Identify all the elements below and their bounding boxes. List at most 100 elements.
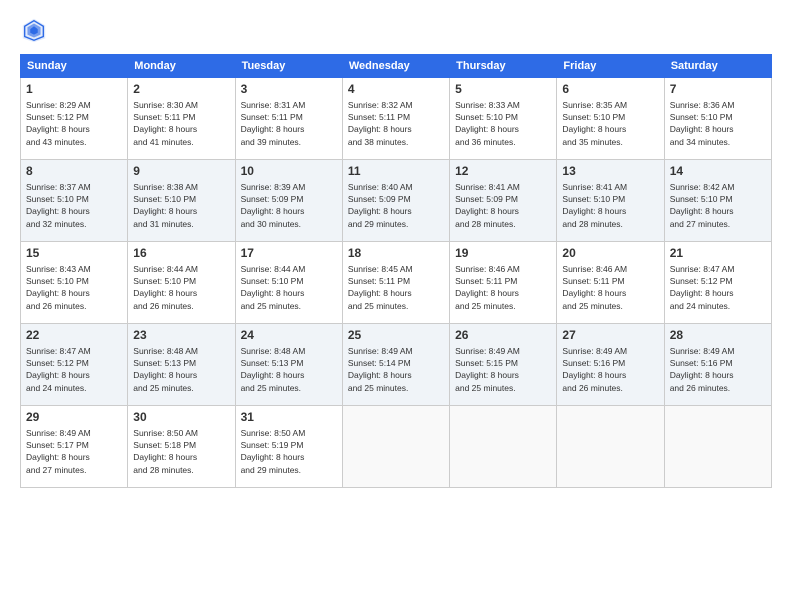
page: SundayMondayTuesdayWednesdayThursdayFrid… bbox=[0, 0, 792, 612]
calendar-cell: 26Sunrise: 8:49 AM Sunset: 5:15 PM Dayli… bbox=[450, 324, 557, 406]
day-number: 11 bbox=[348, 163, 444, 180]
day-number: 29 bbox=[26, 409, 122, 426]
weekday-header: Wednesday bbox=[342, 55, 449, 78]
day-info: Sunrise: 8:33 AM Sunset: 5:10 PM Dayligh… bbox=[455, 99, 551, 148]
day-info: Sunrise: 8:39 AM Sunset: 5:09 PM Dayligh… bbox=[241, 181, 337, 230]
calendar-cell: 18Sunrise: 8:45 AM Sunset: 5:11 PM Dayli… bbox=[342, 242, 449, 324]
calendar-cell: 8Sunrise: 8:37 AM Sunset: 5:10 PM Daylig… bbox=[21, 160, 128, 242]
day-number: 6 bbox=[562, 81, 658, 98]
weekday-header: Saturday bbox=[664, 55, 771, 78]
day-info: Sunrise: 8:41 AM Sunset: 5:09 PM Dayligh… bbox=[455, 181, 551, 230]
day-info: Sunrise: 8:46 AM Sunset: 5:11 PM Dayligh… bbox=[455, 263, 551, 312]
calendar-cell: 21Sunrise: 8:47 AM Sunset: 5:12 PM Dayli… bbox=[664, 242, 771, 324]
day-number: 2 bbox=[133, 81, 229, 98]
weekday-header: Monday bbox=[128, 55, 235, 78]
day-info: Sunrise: 8:30 AM Sunset: 5:11 PM Dayligh… bbox=[133, 99, 229, 148]
calendar-cell: 1Sunrise: 8:29 AM Sunset: 5:12 PM Daylig… bbox=[21, 78, 128, 160]
calendar-cell: 13Sunrise: 8:41 AM Sunset: 5:10 PM Dayli… bbox=[557, 160, 664, 242]
day-info: Sunrise: 8:45 AM Sunset: 5:11 PM Dayligh… bbox=[348, 263, 444, 312]
day-info: Sunrise: 8:32 AM Sunset: 5:11 PM Dayligh… bbox=[348, 99, 444, 148]
calendar-week: 22Sunrise: 8:47 AM Sunset: 5:12 PM Dayli… bbox=[21, 324, 772, 406]
weekday-header: Friday bbox=[557, 55, 664, 78]
day-info: Sunrise: 8:49 AM Sunset: 5:16 PM Dayligh… bbox=[670, 345, 766, 394]
day-info: Sunrise: 8:46 AM Sunset: 5:11 PM Dayligh… bbox=[562, 263, 658, 312]
day-number: 8 bbox=[26, 163, 122, 180]
day-number: 31 bbox=[241, 409, 337, 426]
day-number: 3 bbox=[241, 81, 337, 98]
calendar-cell: 7Sunrise: 8:36 AM Sunset: 5:10 PM Daylig… bbox=[664, 78, 771, 160]
day-number: 19 bbox=[455, 245, 551, 262]
day-number: 26 bbox=[455, 327, 551, 344]
day-info: Sunrise: 8:36 AM Sunset: 5:10 PM Dayligh… bbox=[670, 99, 766, 148]
calendar-cell: 22Sunrise: 8:47 AM Sunset: 5:12 PM Dayli… bbox=[21, 324, 128, 406]
day-info: Sunrise: 8:37 AM Sunset: 5:10 PM Dayligh… bbox=[26, 181, 122, 230]
calendar-cell: 14Sunrise: 8:42 AM Sunset: 5:10 PM Dayli… bbox=[664, 160, 771, 242]
day-number: 23 bbox=[133, 327, 229, 344]
calendar-cell: 5Sunrise: 8:33 AM Sunset: 5:10 PM Daylig… bbox=[450, 78, 557, 160]
calendar-cell: 10Sunrise: 8:39 AM Sunset: 5:09 PM Dayli… bbox=[235, 160, 342, 242]
calendar-cell: 6Sunrise: 8:35 AM Sunset: 5:10 PM Daylig… bbox=[557, 78, 664, 160]
day-number: 25 bbox=[348, 327, 444, 344]
calendar-week: 8Sunrise: 8:37 AM Sunset: 5:10 PM Daylig… bbox=[21, 160, 772, 242]
weekday-header: Sunday bbox=[21, 55, 128, 78]
header-row: SundayMondayTuesdayWednesdayThursdayFrid… bbox=[21, 55, 772, 78]
day-info: Sunrise: 8:49 AM Sunset: 5:16 PM Dayligh… bbox=[562, 345, 658, 394]
logo bbox=[20, 16, 50, 44]
day-number: 27 bbox=[562, 327, 658, 344]
day-info: Sunrise: 8:40 AM Sunset: 5:09 PM Dayligh… bbox=[348, 181, 444, 230]
calendar-cell: 4Sunrise: 8:32 AM Sunset: 5:11 PM Daylig… bbox=[342, 78, 449, 160]
calendar-cell: 29Sunrise: 8:49 AM Sunset: 5:17 PM Dayli… bbox=[21, 406, 128, 488]
day-number: 13 bbox=[562, 163, 658, 180]
calendar-cell: 27Sunrise: 8:49 AM Sunset: 5:16 PM Dayli… bbox=[557, 324, 664, 406]
day-number: 21 bbox=[670, 245, 766, 262]
day-number: 22 bbox=[26, 327, 122, 344]
day-number: 14 bbox=[670, 163, 766, 180]
day-number: 30 bbox=[133, 409, 229, 426]
calendar-cell: 31Sunrise: 8:50 AM Sunset: 5:19 PM Dayli… bbox=[235, 406, 342, 488]
calendar-cell: 3Sunrise: 8:31 AM Sunset: 5:11 PM Daylig… bbox=[235, 78, 342, 160]
calendar-week: 29Sunrise: 8:49 AM Sunset: 5:17 PM Dayli… bbox=[21, 406, 772, 488]
day-info: Sunrise: 8:50 AM Sunset: 5:19 PM Dayligh… bbox=[241, 427, 337, 476]
day-number: 28 bbox=[670, 327, 766, 344]
day-info: Sunrise: 8:50 AM Sunset: 5:18 PM Dayligh… bbox=[133, 427, 229, 476]
day-info: Sunrise: 8:41 AM Sunset: 5:10 PM Dayligh… bbox=[562, 181, 658, 230]
calendar-cell: 12Sunrise: 8:41 AM Sunset: 5:09 PM Dayli… bbox=[450, 160, 557, 242]
calendar-cell: 25Sunrise: 8:49 AM Sunset: 5:14 PM Dayli… bbox=[342, 324, 449, 406]
day-info: Sunrise: 8:48 AM Sunset: 5:13 PM Dayligh… bbox=[241, 345, 337, 394]
calendar-cell: 11Sunrise: 8:40 AM Sunset: 5:09 PM Dayli… bbox=[342, 160, 449, 242]
day-info: Sunrise: 8:43 AM Sunset: 5:10 PM Dayligh… bbox=[26, 263, 122, 312]
day-info: Sunrise: 8:38 AM Sunset: 5:10 PM Dayligh… bbox=[133, 181, 229, 230]
day-info: Sunrise: 8:44 AM Sunset: 5:10 PM Dayligh… bbox=[133, 263, 229, 312]
calendar-cell: 28Sunrise: 8:49 AM Sunset: 5:16 PM Dayli… bbox=[664, 324, 771, 406]
day-number: 20 bbox=[562, 245, 658, 262]
calendar-cell bbox=[664, 406, 771, 488]
day-number: 12 bbox=[455, 163, 551, 180]
calendar-cell: 19Sunrise: 8:46 AM Sunset: 5:11 PM Dayli… bbox=[450, 242, 557, 324]
day-number: 24 bbox=[241, 327, 337, 344]
calendar-week: 15Sunrise: 8:43 AM Sunset: 5:10 PM Dayli… bbox=[21, 242, 772, 324]
day-number: 18 bbox=[348, 245, 444, 262]
day-info: Sunrise: 8:47 AM Sunset: 5:12 PM Dayligh… bbox=[26, 345, 122, 394]
calendar-cell: 16Sunrise: 8:44 AM Sunset: 5:10 PM Dayli… bbox=[128, 242, 235, 324]
day-info: Sunrise: 8:42 AM Sunset: 5:10 PM Dayligh… bbox=[670, 181, 766, 230]
day-number: 7 bbox=[670, 81, 766, 98]
calendar-cell: 23Sunrise: 8:48 AM Sunset: 5:13 PM Dayli… bbox=[128, 324, 235, 406]
day-number: 10 bbox=[241, 163, 337, 180]
day-info: Sunrise: 8:49 AM Sunset: 5:15 PM Dayligh… bbox=[455, 345, 551, 394]
day-number: 4 bbox=[348, 81, 444, 98]
day-number: 5 bbox=[455, 81, 551, 98]
day-info: Sunrise: 8:29 AM Sunset: 5:12 PM Dayligh… bbox=[26, 99, 122, 148]
calendar-cell: 20Sunrise: 8:46 AM Sunset: 5:11 PM Dayli… bbox=[557, 242, 664, 324]
calendar-cell bbox=[450, 406, 557, 488]
calendar-cell: 30Sunrise: 8:50 AM Sunset: 5:18 PM Dayli… bbox=[128, 406, 235, 488]
day-info: Sunrise: 8:47 AM Sunset: 5:12 PM Dayligh… bbox=[670, 263, 766, 312]
calendar-cell: 24Sunrise: 8:48 AM Sunset: 5:13 PM Dayli… bbox=[235, 324, 342, 406]
calendar-cell bbox=[342, 406, 449, 488]
header bbox=[20, 16, 772, 44]
day-info: Sunrise: 8:35 AM Sunset: 5:10 PM Dayligh… bbox=[562, 99, 658, 148]
calendar-week: 1Sunrise: 8:29 AM Sunset: 5:12 PM Daylig… bbox=[21, 78, 772, 160]
day-info: Sunrise: 8:31 AM Sunset: 5:11 PM Dayligh… bbox=[241, 99, 337, 148]
calendar-cell: 2Sunrise: 8:30 AM Sunset: 5:11 PM Daylig… bbox=[128, 78, 235, 160]
calendar-cell: 9Sunrise: 8:38 AM Sunset: 5:10 PM Daylig… bbox=[128, 160, 235, 242]
calendar-cell: 17Sunrise: 8:44 AM Sunset: 5:10 PM Dayli… bbox=[235, 242, 342, 324]
